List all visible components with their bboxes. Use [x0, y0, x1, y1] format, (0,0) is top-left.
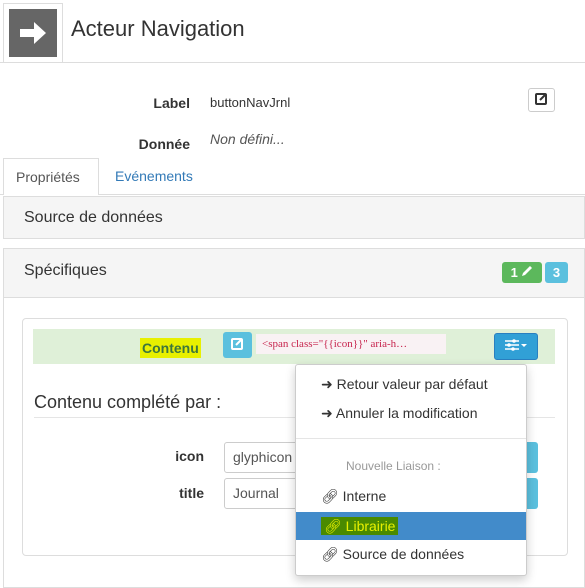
menu-item-librairie[interactable]: 🔗︎ Librairie — [296, 512, 526, 540]
menu-item-source-donnees[interactable]: 🔗︎ Source de données — [296, 541, 526, 567]
panel-source-donnees[interactable]: Source de données — [3, 196, 585, 239]
actor-icon-box — [3, 3, 63, 63]
link-icon: 🔗︎ — [321, 488, 339, 504]
arrow-right-icon: ➜ — [321, 376, 333, 392]
tab-proprietes[interactable]: Propriétés — [3, 158, 99, 195]
edit-contenu-button[interactable] — [223, 332, 252, 358]
donnee-field-name: Donnée — [138, 136, 190, 152]
edit-label-button[interactable] — [528, 88, 555, 112]
edit-icon — [231, 337, 244, 353]
panel-title: Source de données — [24, 209, 163, 226]
contenu-value: <span class="{{icon}}" aria-h… — [256, 334, 446, 354]
param-icon-label: icon — [175, 448, 204, 464]
modified-badge: 1 — [502, 262, 542, 283]
label-field-name: Label — [153, 95, 190, 111]
param-title-label: title — [179, 485, 204, 501]
edit-icon — [535, 92, 548, 108]
link-icon: 🔗︎ — [324, 518, 342, 534]
pencil-icon — [521, 265, 533, 280]
menu-item-interne[interactable]: 🔗︎ Interne — [296, 483, 526, 509]
donnee-field-value[interactable]: Non défini... — [210, 131, 285, 147]
tab-evenements[interactable]: Evénements — [115, 168, 193, 184]
menu-item-reset-default[interactable]: ➜ Retour valeur par défaut — [296, 371, 526, 397]
page-title: Acteur Navigation — [71, 16, 245, 41]
completed-by-heading: Contenu complété par : — [34, 392, 222, 412]
label-field-value: buttonNavJrnl — [210, 95, 291, 110]
binding-options-button[interactable] — [494, 333, 538, 360]
arrow-right-icon — [9, 9, 57, 57]
panel-specifiques-header[interactable]: Spécifiques — [3, 248, 585, 298]
divider — [0, 62, 585, 63]
count-badge: 3 — [545, 262, 568, 283]
link-icon: 🔗︎ — [321, 546, 339, 562]
divider — [296, 438, 526, 439]
menu-header: Nouvelle Liaison : — [346, 459, 441, 473]
arrow-right-icon: ➜ — [321, 405, 333, 421]
menu-item-cancel-modification[interactable]: ➜ Annuler la modification — [296, 400, 526, 426]
panel-title: Spécifiques — [24, 262, 107, 279]
binding-dropdown-menu: ➜ Retour valeur par défaut ➜ Annuler la … — [295, 364, 527, 576]
sliders-icon — [504, 338, 528, 355]
contenu-label: Contenu — [140, 338, 201, 358]
